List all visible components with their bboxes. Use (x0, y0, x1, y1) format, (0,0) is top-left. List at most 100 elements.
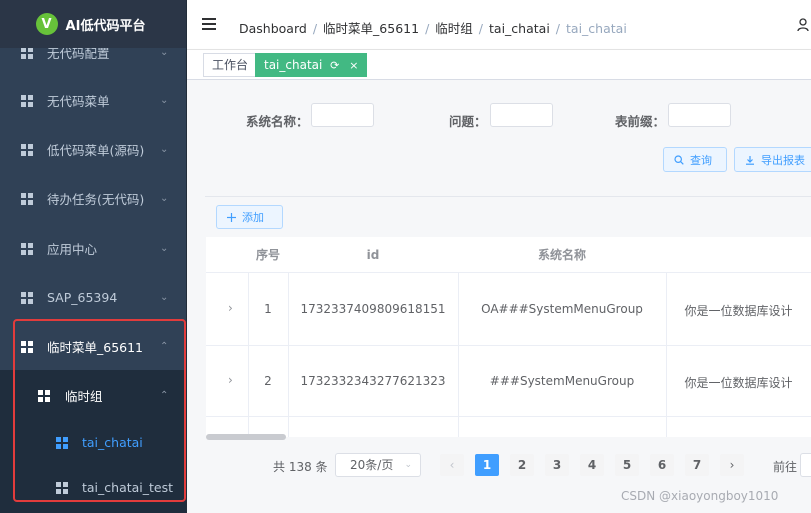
page-button-7[interactable]: 7 (685, 454, 709, 476)
page-button-4[interactable]: 4 (580, 454, 604, 476)
grid-icon (21, 242, 33, 255)
column-header-index: 序号 (248, 237, 288, 273)
goto-page-input[interactable] (800, 453, 811, 477)
chevron-down-icon: ⌄ (160, 243, 169, 254)
sidebar-item-todo-tasks[interactable]: 待办任务(无代码) ⌄ (0, 174, 186, 223)
main-content: 系统名称： 问题： 表前缀： 查询 导出报表 添加 序号 id 系统名称 › 1… (187, 80, 811, 513)
horizontal-scrollbar[interactable] (206, 434, 286, 440)
breadcrumb-separator: / (555, 21, 561, 36)
add-button[interactable]: 添加 (216, 205, 283, 229)
breadcrumb-item[interactable]: Dashboard (239, 21, 307, 36)
cell-index: 2 (264, 374, 272, 388)
search-icon (674, 154, 684, 165)
cell-id: 1732337409809618151 (300, 302, 446, 316)
sidebar: 无代码配置 ⌄ 无代码菜单 ⌄ 低代码菜单(源码) ⌄ 待办任务(无代码) ⌄ … (0, 0, 187, 513)
breadcrumb-separator: / (425, 21, 430, 36)
column-header-question (666, 237, 811, 273)
breadcrumb: Dashboard / 临时菜单_65611 / 临时组 / tai_chatai / tai_… (239, 18, 627, 37)
sidebar-item-label: tai_chatai (82, 435, 143, 450)
breadcrumb-item[interactable]: 临时组 (435, 21, 473, 36)
pagination-total: 共 138 条 (273, 460, 328, 474)
search-label-question: 问题： (449, 114, 487, 129)
chevron-down-icon: ⌄ (160, 95, 169, 106)
tag-workbench[interactable]: 工作台 (203, 53, 258, 77)
watermark: CSDN @xiaoyongboy1010 (621, 489, 779, 503)
navbar: Dashboard / 临时菜单_65611 / 临时组 / tai_chatai / tai_… (187, 0, 811, 50)
grid-icon (21, 46, 33, 59)
grid-icon (21, 143, 33, 156)
export-button[interactable]: 导出报表 (734, 147, 811, 172)
breadcrumb-item[interactable]: tai_chatai (489, 21, 550, 36)
cell-system-name: ###SystemMenuGroup (489, 374, 635, 388)
breadcrumb-item[interactable]: 临时菜单_65611 (323, 21, 419, 36)
sidebar-item-label: SAP_65394 (47, 290, 118, 305)
expand-row-icon[interactable]: › (228, 301, 233, 315)
hamburger-icon[interactable] (202, 18, 216, 30)
page-button-5[interactable]: 5 (615, 454, 639, 476)
sidebar-item-label: 临时组 (65, 389, 103, 404)
tag-label: tai_chatai (264, 58, 323, 72)
download-icon (746, 155, 754, 165)
search-label-table-prefix: 表前缀： (615, 114, 666, 129)
logo-bar[interactable]: V AI低代码平台 (0, 0, 186, 48)
cell-index: 1 (264, 302, 272, 316)
chevron-up-icon: ⌃ (160, 341, 169, 352)
tag-tai-chatai[interactable]: tai_chatai ⟳ × (255, 53, 368, 77)
sidebar-item-temp-menu[interactable]: 临时菜单_65611 ⌃ (0, 322, 186, 371)
add-button-label: 添加 (242, 211, 264, 224)
sidebar-item-label: 临时菜单_65611 (47, 340, 144, 355)
page-button-6[interactable]: 6 (650, 454, 674, 476)
cell-question: 你是一位数据库设计 (684, 304, 793, 318)
app-title: AI低代码平台 (65, 18, 146, 34)
grid-icon (21, 291, 33, 304)
chevron-down-icon: ⌄ (160, 193, 169, 204)
page-button-2[interactable]: 2 (510, 454, 534, 476)
user-icon[interactable] (797, 18, 809, 32)
grid-icon (21, 340, 33, 353)
grid-icon (56, 436, 68, 449)
grid-icon (21, 94, 33, 107)
logo-icon: V (35, 13, 58, 35)
breadcrumb-current: tai_chatai (566, 21, 627, 36)
grid-icon (38, 389, 50, 402)
breadcrumb-separator: / (478, 21, 484, 36)
sidebar-submenu-temp-group[interactable]: 临时组 ⌃ (0, 371, 186, 420)
sidebar-item-nocode-menu[interactable]: 无代码菜单 ⌄ (0, 76, 186, 125)
chevron-down-icon: ⌄ (160, 144, 169, 155)
sidebar-item-tai-chatai-test[interactable]: tai_chatai_test (0, 463, 186, 512)
chevron-up-icon: ⌃ (160, 390, 169, 401)
table-prefix-input[interactable] (668, 103, 731, 127)
cell-question: 你是一位数据库设计 (684, 376, 793, 390)
search-label-system-name: 系统名称： (246, 114, 309, 129)
data-table: 序号 id 系统名称 › 1 1732337409809618151 OA###… (206, 237, 811, 437)
column-divider (248, 273, 249, 437)
system-name-input[interactable] (311, 103, 374, 127)
prev-page-button[interactable]: ‹ (440, 454, 464, 476)
chevron-down-icon: ⌄ (160, 292, 169, 303)
query-button[interactable]: 查询 (663, 147, 727, 172)
sidebar-item-label: 低代码菜单(源码) (47, 143, 145, 158)
tag-label: 工作台 (212, 58, 249, 72)
chevron-down-icon: ⌄ (404, 460, 412, 470)
sidebar-item-tai-chatai[interactable]: tai_chatai (0, 418, 186, 467)
sidebar-item-app-center[interactable]: 应用中心 ⌄ (0, 224, 186, 273)
close-icon[interactable]: × (349, 59, 358, 72)
column-header-system-name: 系统名称 (458, 237, 666, 273)
expand-row-icon[interactable]: › (228, 373, 233, 387)
column-divider (458, 273, 459, 437)
page-button-1[interactable]: 1 (475, 454, 499, 476)
grid-icon (56, 481, 68, 494)
row-divider (206, 345, 811, 346)
column-header-id: id (288, 237, 458, 273)
sidebar-item-sap[interactable]: SAP_65394 ⌄ (0, 273, 186, 322)
page-button-3[interactable]: 3 (545, 454, 569, 476)
plus-icon (227, 212, 236, 222)
divider (205, 196, 811, 197)
page-size-select[interactable]: 20条/页 ⌄ (335, 453, 421, 477)
sidebar-item-label: 应用中心 (47, 242, 98, 257)
next-page-button[interactable]: › (720, 454, 744, 476)
question-input[interactable] (490, 103, 553, 127)
refresh-icon[interactable]: ⟳ (330, 59, 339, 72)
chevron-down-icon: ⌄ (160, 47, 169, 58)
sidebar-item-lowcode-menu[interactable]: 低代码菜单(源码) ⌄ (0, 125, 186, 174)
